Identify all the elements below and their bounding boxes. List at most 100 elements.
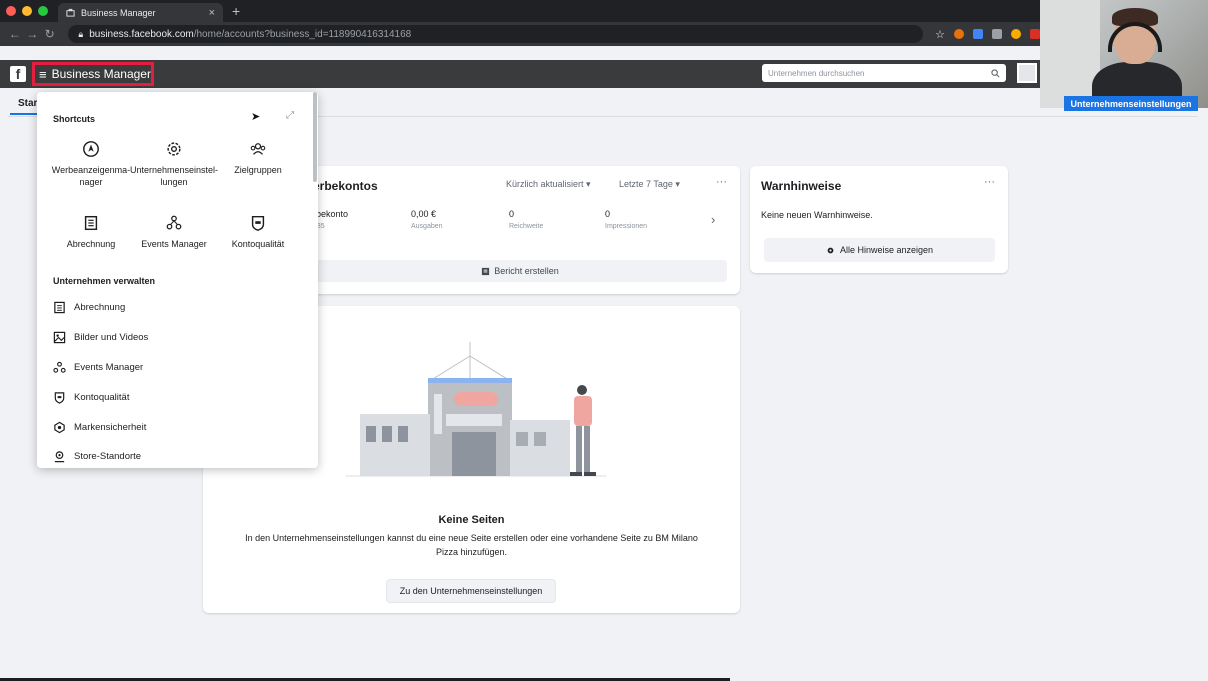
compass-icon [83,141,99,157]
menu-item-label: Kontoqualität [74,392,130,403]
expand-icon[interactable]: ⤢ [286,110,294,121]
shortcuts-heading: Shortcuts [53,114,96,124]
briefcase-icon [66,8,75,17]
events-icon [166,215,182,230]
shortcut-ads-manager[interactable]: Werbeanzeigenma- nager [45,140,137,188]
media-icon [53,331,66,344]
webcam-overlay [1040,0,1208,108]
shield-icon [251,215,265,231]
browser-tab[interactable]: Business Manager × [58,3,223,22]
sort-dropdown[interactable]: Kürzlich aktualisiert ▾ [506,179,591,190]
go-to-business-settings-button[interactable]: Zu den Unternehmenseinstellungen [386,579,556,603]
date-range-dropdown[interactable]: Letzte 7 Tage ▾ [619,179,680,190]
metric-spend-value: 0,00 € [411,209,437,219]
shortcut-label: Abrechnung [66,239,116,249]
extension-icon[interactable] [1029,29,1040,39]
maximize-window-dot[interactable] [38,6,48,16]
menu-item-account-quality[interactable]: Kontoqualität [53,391,129,404]
back-icon[interactable]: ← [6,27,23,41]
report-icon [482,267,490,275]
tab-start[interactable]: Star [18,98,37,109]
menu-item-brand-safety[interactable]: Markensicherheit [53,421,146,434]
business-search-input[interactable]: Unternehmen durchsuchen [762,64,1006,82]
show-all-warnings-button[interactable]: Alle Hinweise anzeigen [764,238,995,262]
search-placeholder: Unternehmen durchsuchen [768,68,865,78]
url-path: /home/accounts?business_id=1189904163141… [193,28,412,40]
search-icon [991,68,1000,77]
receipt-icon [54,301,65,314]
facebook-logo-icon[interactable]: f [10,66,26,82]
menu-item-billing[interactable]: Abrechnung [53,301,125,314]
business-settings-button[interactable]: Unternehmenseinstellungen [1064,96,1198,111]
ad-accounts-title: erbekontos [313,179,378,193]
chevron-right-icon[interactable]: › [711,212,715,227]
shortcut-audiences[interactable]: Zielgruppen [212,140,304,176]
warnings-empty-text: Keine neuen Warnhinweise. [761,210,873,220]
browser-tab-bar: Business Manager × + [0,0,1040,22]
more-options-icon[interactable]: ··· [716,176,727,188]
metric-reach-value: 0 [509,209,515,219]
metric-spend-label: Ausgaben [411,223,443,230]
extension-icon[interactable] [972,29,983,39]
lock-icon: 🔒︎ [78,28,84,39]
extension-icon[interactable] [991,29,1002,39]
menu-item-events-manager[interactable]: Events Manager [53,361,143,374]
business-manager-dropdown-menu: Shortcuts ➤ ⤢ Werbeanzeigenma- nager Unt… [37,92,318,468]
shortcut-label: Events Manager [141,239,207,249]
tab-title: Business Manager [81,7,156,18]
shortcut-billing[interactable]: Abrechnung [45,214,137,250]
url-host: business.facebook.com [89,28,194,40]
menu-item-label: Markensicherheit [74,422,147,433]
warnings-title: Warnhinweise [761,179,842,193]
extension-icon[interactable] [1010,29,1021,39]
menu-item-store-locations[interactable]: Store-Standorte [53,450,141,463]
gear-icon [167,142,181,156]
people-icon [250,143,266,155]
fb-top-bar: f ≡ Business Manager Unternehmen durchsu… [0,60,1040,88]
hamburger-menu-icon: ≡ [39,66,47,82]
new-tab-button[interactable]: + [232,3,240,19]
manage-business-heading: Unternehmen verwalten [53,276,156,286]
shortcut-label: Zielgruppen [234,165,282,175]
menu-item-label: Bilder und Videos [74,332,149,343]
shortcut-label: Werbeanzeigenma- nager [51,165,131,187]
shortcut-account-quality[interactable]: Kontoqualität [212,214,304,250]
ad-account-name[interactable]: rbekonto [313,209,348,219]
events-icon [53,361,66,373]
close-window-dot[interactable] [6,6,16,16]
shortcut-label: Unternehmenseinstel- lungen [129,165,219,187]
extension-icons: ☆ [935,28,1040,41]
metric-reach-label: Reichweite [509,223,544,230]
metric-impressions-label: Impressionen [605,223,648,230]
bookmark-star-icon[interactable]: ☆ [935,28,945,41]
menu-item-label: Store-Standorte [74,451,142,462]
tab-close-icon[interactable]: × [209,7,215,19]
active-tab-indicator [10,113,40,115]
shortcut-label: Kontoqualität [231,239,285,249]
minimize-window-dot[interactable] [22,6,32,16]
more-options-icon[interactable]: ··· [984,176,995,188]
location-icon [54,451,65,463]
no-pages-title: Keine Seiten [438,514,505,526]
storefront-illustration [346,342,606,477]
mouse-cursor-icon: ➤ [251,111,261,123]
business-manager-menu-button[interactable]: ≡ Business Manager [32,62,154,86]
extension-icon[interactable] [953,29,964,39]
address-bar[interactable]: 🔒︎ business.facebook.com /home/accounts?… [68,25,924,43]
no-pages-description: In den Unternehmenseinstellungen kannst … [245,533,698,557]
window-controls [6,6,48,16]
brand-safety-icon [54,421,65,434]
menu-item-media[interactable]: Bilder und Videos [53,331,148,344]
create-report-button[interactable]: Bericht erstellen [313,260,727,282]
browser-toolbar: ← → ↻ 🔒︎ business.facebook.com /home/acc… [0,22,1040,46]
avatar[interactable] [1017,63,1037,83]
shortcut-events-manager[interactable]: Events Manager [128,214,220,250]
show-all-warnings-label: Alle Hinweise anzeigen [839,245,934,255]
forward-icon[interactable]: → [23,27,40,41]
shield-icon [54,392,65,404]
create-report-label: Bericht erstellen [494,266,559,276]
reload-icon[interactable]: ↻ [41,27,58,41]
menu-scrollbar[interactable] [313,92,317,182]
webcam-background [1040,0,1100,108]
shortcut-business-settings[interactable]: Unternehmenseinstel- lungen [128,140,220,188]
